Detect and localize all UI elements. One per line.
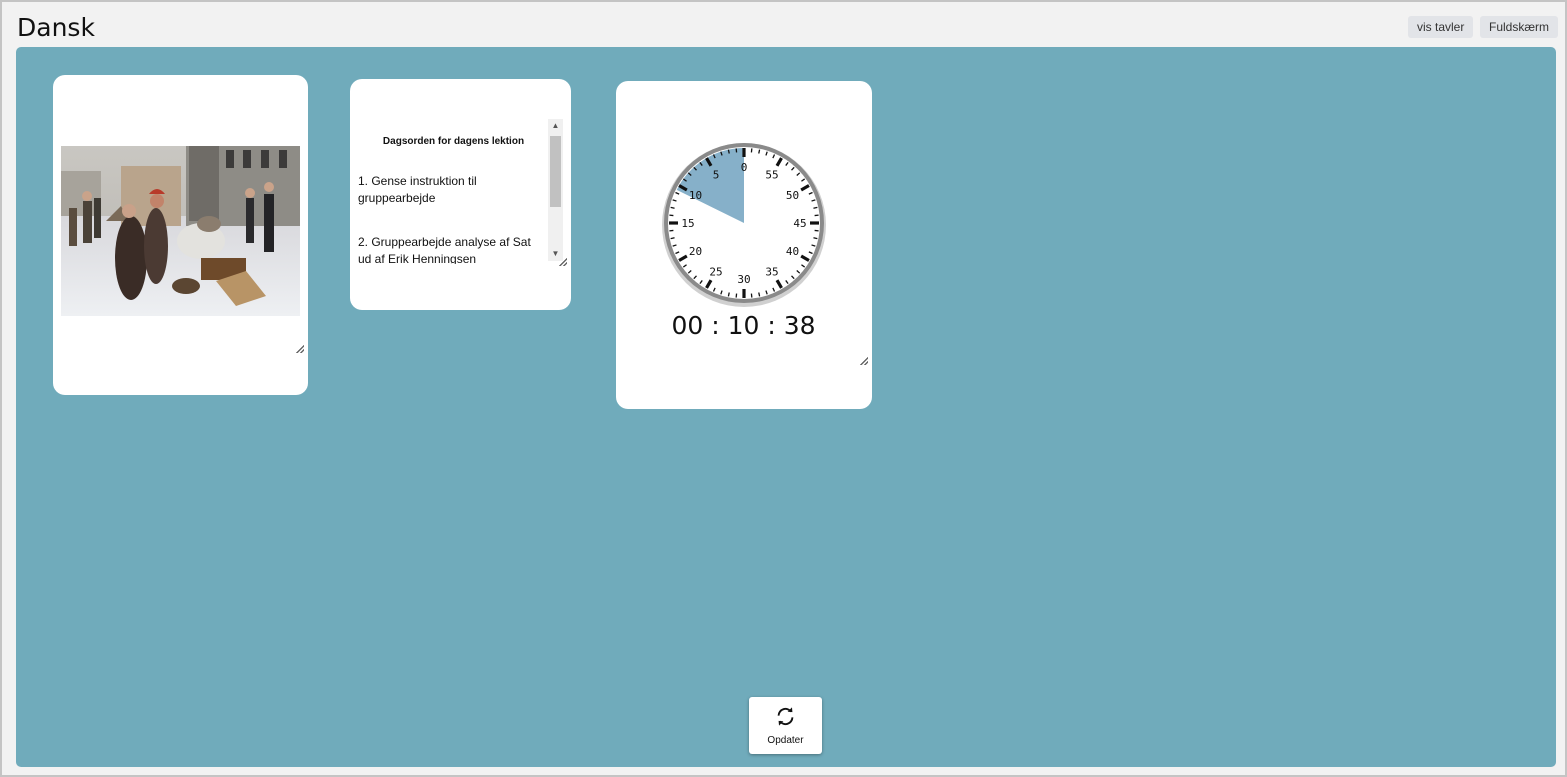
dial-label: 45	[793, 217, 806, 230]
timer-card[interactable]: 0 5 10 15 20 25 30 35 40 45 50 55 00 : 10 : 38	[616, 81, 872, 409]
agenda-title: Dagsorden for dagens lektion	[382, 136, 525, 147]
dial-label: 35	[765, 265, 778, 278]
refresh-label: Opdater	[767, 735, 804, 746]
dial-label: 15	[681, 217, 694, 230]
window-frame: Dansk vis tavler Fuldskærm Dagsorden for…	[0, 0, 1567, 777]
dial-tick	[670, 206, 675, 209]
agenda-item-1: 1. Gense instruktion til gruppearbejde	[358, 174, 477, 205]
image-card[interactable]	[53, 75, 308, 395]
dial-label: 30	[737, 273, 750, 286]
dial-label: 5	[713, 169, 720, 182]
timer-readout: 00 : 10 : 38	[671, 311, 816, 340]
refresh-icon	[777, 707, 794, 726]
show-boards-button[interactable]: vis tavler	[1408, 16, 1474, 38]
dial-label: 40	[786, 245, 799, 258]
resize-handle[interactable]	[860, 357, 868, 365]
refresh-button[interactable]: Opdater	[749, 697, 822, 754]
dial-tick	[670, 237, 675, 240]
dial-label: 55	[765, 169, 778, 182]
dial-tick	[813, 237, 818, 240]
scroll-up-icon[interactable]: ▲	[548, 119, 563, 133]
dial-tick	[727, 292, 730, 297]
resize-handle[interactable]	[559, 258, 567, 266]
dial-tick	[727, 149, 730, 154]
agenda-scrollbar[interactable]: ▲ ▼	[548, 119, 563, 261]
dial-label: 0	[741, 161, 748, 174]
dial-tick	[813, 206, 818, 209]
page-title: Dansk	[17, 13, 95, 42]
fullscreen-button[interactable]: Fuldskærm	[1480, 16, 1559, 38]
dial-label: 50	[786, 189, 799, 202]
board-canvas: Dagsorden for dagens lektion 1. Gense in…	[16, 47, 1556, 767]
dial-tick	[758, 292, 761, 297]
dial-label: 20	[689, 245, 702, 258]
scrollbar-thumb[interactable]	[550, 136, 561, 207]
resize-handle[interactable]	[296, 345, 304, 353]
agenda-item-2: 2. Gruppearbejde analyse af Sat ud af Er…	[358, 235, 531, 264]
agenda-textbox[interactable]: Dagsorden for dagens lektion 1. Gense in…	[358, 119, 563, 264]
dial-label: 10	[689, 189, 702, 202]
timer-dial: 0 5 10 15 20 25 30 35 40 45 50 55	[662, 143, 826, 307]
agenda-card[interactable]: Dagsorden for dagens lektion 1. Gense in…	[350, 79, 571, 310]
painting-image	[61, 146, 300, 316]
dial-label: 25	[709, 265, 722, 278]
dial-tick	[758, 149, 761, 154]
